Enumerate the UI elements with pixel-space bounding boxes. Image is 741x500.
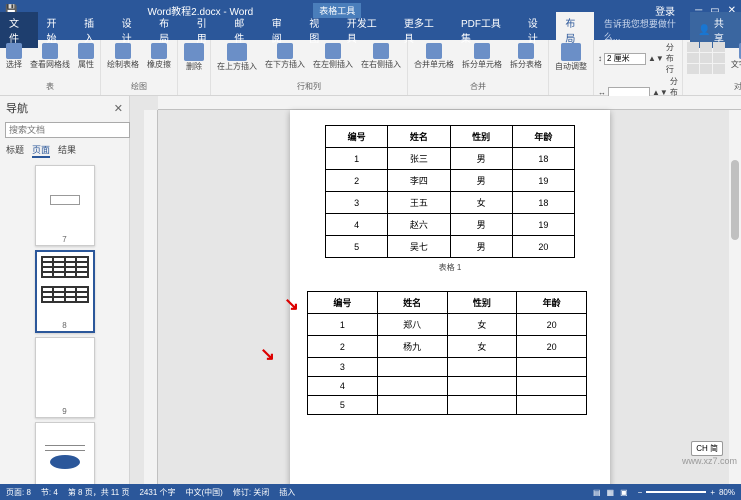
table-row: 3王五女18 [326,192,575,214]
ribbon-group-alignment: 文字方向 单元格边距 对齐方式 [683,40,741,95]
status-page[interactable]: 页面: 8 [6,487,31,498]
status-pages[interactable]: 第 8 页，共 11 页 [68,487,130,498]
ribbon-group-cell-size: ↕▲▼分布行 ↔▲▼分布列 单元格大小 [594,40,683,95]
nav-tab-results[interactable]: 结果 [58,143,76,158]
align-ml[interactable] [687,53,699,63]
horizontal-ruler[interactable] [158,96,741,110]
page-content[interactable]: 编号姓名性别年龄 1张三男18 2李四男19 3王五女18 4赵六男19 5吴七… [290,110,610,484]
select-button[interactable]: 选择 [4,42,24,70]
thumbnail-page-10[interactable]: 10 [35,422,95,484]
nav-tab-pages[interactable]: 页面 [32,143,50,158]
eraser-button[interactable]: 橡皮擦 [145,42,173,70]
row-height-input[interactable] [604,53,646,65]
status-language[interactable]: 中文(中国) [186,487,223,498]
height-icon: ↕ [598,54,602,63]
thumbnail-page-9[interactable]: 9 [35,337,95,418]
table-row: 2杨九女20 [308,336,587,358]
align-br[interactable] [713,64,725,74]
annotation-arrow-icon: ↘ [284,294,299,315]
status-words[interactable]: 2431 个字 [139,487,175,498]
split-table-button[interactable]: 拆分表格 [508,42,544,70]
insert-left-button[interactable]: 在左侧插入 [311,42,355,70]
autofit-button[interactable]: 自动调整 [553,42,589,72]
ribbon-group-rows-cols: 在上方插入 在下方插入 在左侧插入 在右侧插入 行和列 [211,40,408,95]
status-track[interactable]: 修订: 关闭 [233,487,269,498]
ime-indicator[interactable]: CH 简 [691,441,723,456]
table-row: 编号姓名性别年龄 [308,292,587,314]
zoom-control[interactable]: − + 80% [638,488,735,497]
table-2[interactable]: 编号姓名性别年龄 1郑八女20 2杨九女20 3 4 5 [307,291,587,415]
annotation-arrow-icon: ↘ [260,344,275,365]
table-row: 编号姓名性别年龄 [326,126,575,148]
align-tr[interactable] [713,42,725,52]
ribbon-group-autofit: 自动调整 [549,40,594,95]
draw-table-button[interactable]: 绘制表格 [105,42,141,70]
split-cells-button[interactable]: 拆分单元格 [460,42,504,70]
ribbon-group-table: 选择 查看网格线 属性 表 [0,40,101,95]
zoom-slider[interactable] [646,491,706,493]
distribute-rows-button[interactable]: 分布行 [666,42,678,75]
thumbnail-page-8[interactable]: 8 [35,250,95,333]
insert-above-button[interactable]: 在上方插入 [215,42,259,72]
thumbnail-page-7[interactable]: 7 [35,165,95,246]
status-bar: 页面: 8 节: 4 第 8 页，共 11 页 2431 个字 中文(中国) 修… [0,484,741,500]
table-row: 1张三男18 [326,148,575,170]
align-tl[interactable] [687,42,699,52]
ribbon: 选择 查看网格线 属性 表 绘制表格 橡皮擦 绘图 删除 在上方插入 在下方插入… [0,40,741,96]
zoom-in-button[interactable]: + [710,488,715,497]
zoom-out-button[interactable]: − [638,488,643,497]
thumbnail-list[interactable]: 7 8 9 10 [0,161,129,484]
nav-tab-headings[interactable]: 标题 [6,143,24,158]
align-bl[interactable] [687,64,699,74]
group-label: 表 [46,81,54,93]
table-row: 1郑八女20 [308,314,587,336]
search-input[interactable] [5,122,130,138]
align-tc[interactable] [700,42,712,52]
menu-bar: 文件 开始 插入 设计 布局 引用 邮件 审阅 视图 开发工具 更多工具 PDF… [0,20,741,40]
merge-cells-button[interactable]: 合并单元格 [412,42,456,70]
view-web-icon[interactable]: ▣ [620,488,628,497]
table-caption: 表格 1 [325,262,575,273]
status-insert[interactable]: 插入 [279,487,295,498]
view-read-icon[interactable]: ▤ [593,488,601,497]
vertical-ruler[interactable] [144,110,158,484]
zoom-level[interactable]: 80% [719,488,735,497]
align-bc[interactable] [700,64,712,74]
table-row: 4 [308,377,587,396]
nav-close-button[interactable]: ✕ [114,102,123,115]
table-1[interactable]: 编号姓名性别年龄 1张三男18 2李四男19 3王五女18 4赵六男19 5吴七… [325,125,575,258]
table-row: 2李四男19 [326,170,575,192]
text-direction-button[interactable]: 文字方向 [729,42,741,70]
nav-title: 导航 [6,100,28,116]
table-row: 5吴七男20 [326,236,575,258]
share-icon: 👤 [698,25,710,36]
view-print-icon[interactable]: ▦ [607,488,615,497]
align-mc[interactable] [700,53,712,63]
login-link[interactable]: 登录 [655,3,675,18]
table-row: 3 [308,358,587,377]
ribbon-group-delete: 删除 [178,40,211,95]
document-canvas[interactable]: 编号姓名性别年龄 1张三男18 2李四男19 3王五女18 4赵六男19 5吴七… [130,96,741,484]
insert-below-button[interactable]: 在下方插入 [263,42,307,70]
align-mr[interactable] [713,53,725,63]
ribbon-group-merge: 合并单元格 拆分单元格 拆分表格 合并 [408,40,549,95]
table-row: 5 [308,396,587,415]
insert-right-button[interactable]: 在右侧插入 [359,42,403,70]
properties-button[interactable]: 属性 [76,42,96,70]
delete-button[interactable]: 删除 [182,42,206,72]
status-section[interactable]: 节: 4 [41,487,58,498]
view-gridlines-button[interactable]: 查看网格线 [28,42,72,70]
ribbon-group-draw: 绘制表格 橡皮擦 绘图 [101,40,178,95]
navigation-panel: 导航✕ 🔍 标题 页面 结果 7 8 9 10 [0,96,130,484]
vertical-scrollbar[interactable] [729,110,741,484]
table-row: 4赵六男19 [326,214,575,236]
